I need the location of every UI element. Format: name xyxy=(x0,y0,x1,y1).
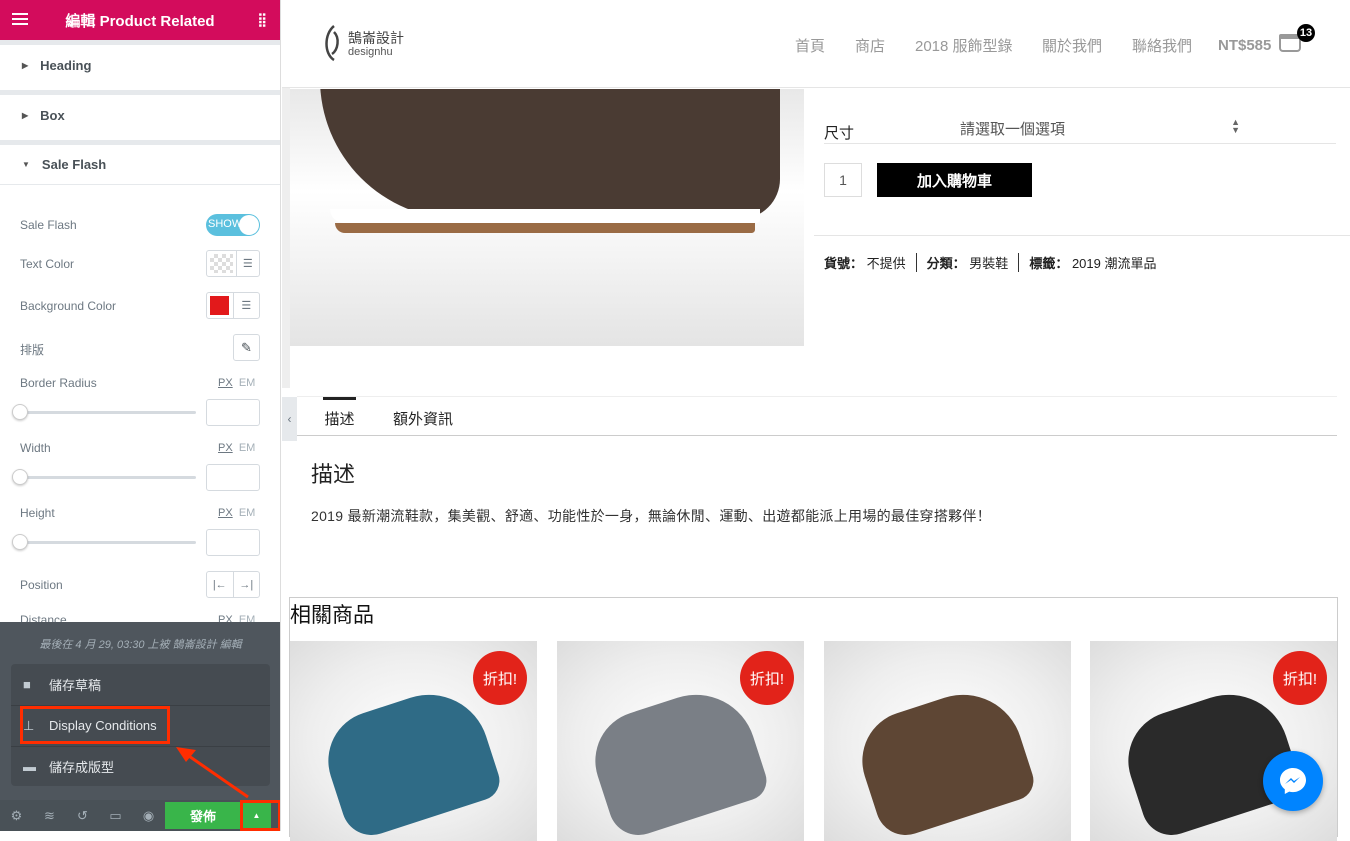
messenger-button[interactable] xyxy=(1263,751,1323,811)
tabs-bottom-line xyxy=(297,435,1337,436)
section-label: Heading xyxy=(40,57,92,73)
product-meta: 貨號： 不提供 分類： 男裝鞋 標籤： 2019 潮流單品 xyxy=(824,250,1157,274)
navigator-layers-icon[interactable]: ≋ xyxy=(33,808,66,824)
related-title: 相關商品 xyxy=(290,604,374,627)
publish-button[interactable]: 發佈 xyxy=(165,802,241,829)
sale-badge: 折扣! xyxy=(1273,651,1327,705)
bg-color-label: Background Color xyxy=(20,299,117,313)
align-right-icon[interactable]: →| xyxy=(232,572,260,597)
sale-badge: 折扣! xyxy=(473,651,527,705)
save-options-overlay: 最後在 4 月 29, 03:30 上被 鵠崙設計 編輯 ■ 儲存草稿 ⊥ Disp… xyxy=(0,622,280,831)
meta-tags[interactable]: 標籤： 2019 潮流單品 xyxy=(1019,253,1156,272)
width-slider[interactable] xyxy=(20,476,196,479)
quantity-input[interactable]: 1 xyxy=(824,163,862,197)
description-title: 描述 xyxy=(311,462,356,487)
section-sale-flash[interactable]: ▼ Sale Flash xyxy=(0,140,280,185)
size-divider xyxy=(824,143,1336,144)
align-left-icon[interactable]: |← xyxy=(207,572,233,597)
transparent-swatch-icon[interactable] xyxy=(210,254,233,273)
select-arrows-icon: ▲ ▼ xyxy=(1231,117,1240,135)
height-input[interactable] xyxy=(206,529,260,556)
nav-home[interactable]: 首頁 xyxy=(795,35,825,56)
collapse-panel-handle[interactable]: ‹ xyxy=(282,397,297,441)
nav-shop[interactable]: 商店 xyxy=(855,35,885,56)
page-bg-strip xyxy=(282,88,290,388)
messenger-icon xyxy=(1280,768,1306,794)
toggle-text: SHOW xyxy=(208,218,243,230)
highlight-box-save-options xyxy=(240,800,280,831)
caret-right-icon: ▶ xyxy=(22,110,29,120)
responsive-desktop-icon[interactable]: ▭ xyxy=(99,808,132,824)
product-shoe-image xyxy=(582,679,772,841)
border-radius-slider[interactable] xyxy=(20,411,196,414)
settings-gear-icon[interactable]: ⚙ xyxy=(0,808,33,824)
tabs-top-line xyxy=(297,396,1337,397)
global-colors-icon[interactable]: ☰ xyxy=(235,251,260,276)
related-product-card[interactable]: 折扣! xyxy=(557,641,804,841)
text-color-label: Text Color xyxy=(20,257,75,271)
related-product-card[interactable] xyxy=(824,641,1071,841)
width-label: Width xyxy=(20,441,51,455)
description-text: 2019 最新潮流鞋款，集美觀、舒適、功能性於一身，無論休閒、運動、出遊都能派上… xyxy=(311,508,992,524)
sale-flash-toggle[interactable]: SHOW xyxy=(206,214,260,236)
typography-edit-button[interactable]: ✎ xyxy=(233,334,260,361)
position-label: Position xyxy=(20,578,63,592)
sale-badge: 折扣! xyxy=(740,651,794,705)
width-units[interactable]: PX EM xyxy=(218,442,255,454)
product-image[interactable] xyxy=(290,89,804,346)
panel-title: 編輯 Product Related xyxy=(65,12,215,30)
nav-contact[interactable]: 聯絡我們 xyxy=(1132,35,1192,56)
meta-divider xyxy=(814,235,1350,236)
typography-label: 排版 xyxy=(20,343,45,357)
section-heading[interactable]: ▶ Heading xyxy=(0,40,280,85)
tab-additional-info[interactable]: 額外資訊 xyxy=(393,408,453,429)
size-label: 尺寸 xyxy=(824,125,855,142)
nav-catalog[interactable]: 2018 服飾型錄 xyxy=(915,35,1013,56)
history-icon[interactable]: ↺ xyxy=(66,808,99,824)
caret-right-icon: ▶ xyxy=(22,60,29,70)
color-swatch[interactable] xyxy=(207,293,233,318)
hamburger-menu-icon[interactable] xyxy=(12,13,28,25)
meta-category[interactable]: 分類： 男裝鞋 xyxy=(917,252,1020,272)
position-choices[interactable]: |← →| xyxy=(206,571,260,598)
slider-handle[interactable] xyxy=(12,469,28,485)
border-radius-label: Border Radius xyxy=(20,376,97,390)
global-colors-icon[interactable]: ☰ xyxy=(232,293,260,318)
height-units[interactable]: PX EM xyxy=(218,507,255,519)
nav-about[interactable]: 關於我們 xyxy=(1042,35,1102,56)
tab-description[interactable]: 描述 xyxy=(323,397,356,435)
slider-handle[interactable] xyxy=(12,534,28,550)
border-radius-input[interactable] xyxy=(206,399,260,426)
caret-down-icon: ▼ xyxy=(22,160,30,169)
related-product-card[interactable]: 折扣! xyxy=(1090,641,1337,841)
editor-panel: 編輯 Product Related ⣿ ▶ Heading ▶ Box ▼ Sale… xyxy=(0,0,281,831)
site-logo[interactable]: 鵠崙設計 designhu xyxy=(322,24,404,62)
cart-total[interactable]: NT$585 xyxy=(1218,37,1271,54)
size-select[interactable]: 請選取一個選項 ▲ ▼ xyxy=(960,118,1240,140)
section-box[interactable]: ▶ Box xyxy=(0,90,280,135)
logo-mark-icon xyxy=(325,25,339,62)
slider-handle[interactable] xyxy=(12,404,28,420)
add-to-cart-button[interactable]: 加入購物車 xyxy=(877,163,1032,197)
height-label: Height xyxy=(20,506,55,520)
meta-sku: 貨號： 不提供 xyxy=(824,252,917,272)
related-product-card[interactable]: 折扣! xyxy=(290,641,537,841)
section-label: Box xyxy=(40,107,65,123)
text-color-picker[interactable]: ☰ xyxy=(206,250,260,277)
panel-header: 編輯 Product Related ⣿ xyxy=(0,0,280,40)
cart-count-badge: 13 xyxy=(1297,24,1315,42)
logo-text: 鵠崙設計 xyxy=(348,30,404,46)
bg-color-picker[interactable]: ☰ xyxy=(206,292,260,319)
width-input[interactable] xyxy=(206,464,260,491)
preview-eye-icon[interactable]: ◉ xyxy=(132,808,165,824)
panel-footer: ⚙ ≋ ↺ ▭ ◉ 發佈 ▲ xyxy=(0,800,280,831)
widgets-grid-icon[interactable]: ⣿ xyxy=(257,12,266,28)
product-shoe-image xyxy=(315,679,505,841)
section-label: Sale Flash xyxy=(41,157,107,172)
product-shoe-image xyxy=(849,679,1039,841)
height-slider[interactable] xyxy=(20,541,196,544)
sale-flash-label: Sale Flash xyxy=(20,218,77,232)
border-radius-units[interactable]: PX EM xyxy=(218,377,255,389)
size-select-value: 請選取一個選項 xyxy=(960,121,1066,138)
